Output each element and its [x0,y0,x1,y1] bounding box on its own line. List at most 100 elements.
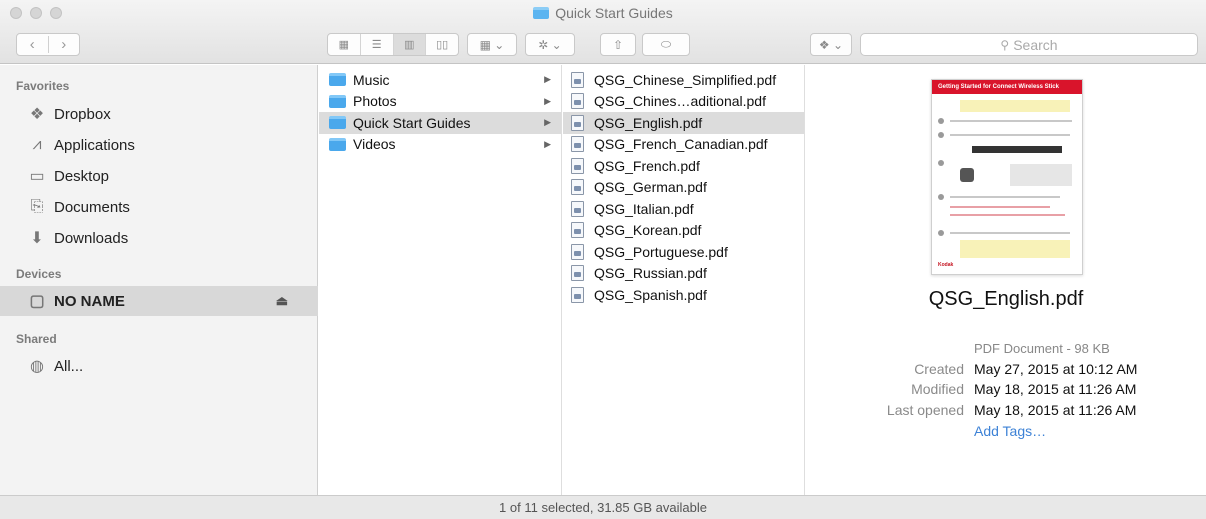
pdf-file-icon [571,243,584,260]
list-item[interactable]: QSG_French_Canadian.pdf [563,134,804,156]
share-button[interactable]: ⇧ [600,33,636,56]
list-view-button[interactable]: ☰ [361,34,394,55]
sidebar-item-label: Desktop [54,167,110,185]
finder-window: Quick Start Guides ‹ › ▦ ☰ ▥ ▯▯ ▦ ⌄ ✲ ⌄ … [0,0,1206,519]
arrange-icon: ▦ ⌄ [479,37,505,52]
item-label: QSG_English.pdf [594,114,703,131]
pdf-file-icon [571,286,584,303]
modified-value: May 18, 2015 at 11:26 AM [974,381,1137,397]
thumbnail-table [1010,164,1072,186]
modified-label: Modified [911,381,964,397]
sidebar-item-applications[interactable]: ⩘ Applications [0,130,318,160]
modified-row: Modified May 18, 2015 at 11:26 AM [806,381,1206,401]
item-label: QSG_Chines…aditional.pdf [594,93,766,110]
list-item[interactable]: QSG_French.pdf [563,155,804,177]
list-item[interactable]: QSG_German.pdf [563,177,804,199]
item-label: Quick Start Guides [353,114,471,131]
step-marker [938,132,944,138]
folder-column: Music ▶ Photos ▶ Quick Start Guides ▶ Vi… [319,65,562,495]
tags-button[interactable]: ⬭ [642,33,690,56]
search-field[interactable]: ⚲ Search [860,33,1198,56]
list-item[interactable]: QSG_Spanish.pdf [563,284,804,306]
thumbnail-header: Getting Started for Connect Wireless Sti… [932,80,1082,94]
sidebar-item-label: All... [54,357,84,375]
text-line [950,214,1065,216]
column-view-button[interactable]: ▥ [393,34,427,55]
sidebar-item-no-name[interactable]: ▢ NO NAME ⏏ [0,286,318,316]
sidebar-item-label: Downloads [54,229,129,247]
drive-icon: ▢ [29,293,45,310]
item-label: QSG_Spanish.pdf [594,286,707,303]
dropbox-toolbar-button[interactable]: ❖ ⌄ [810,33,852,56]
pdf-file-icon [571,200,584,217]
thumbnail-note [960,100,1070,112]
thumbnail-logo: Kodak [938,262,954,268]
documents-icon: ⎘ [30,198,44,215]
toolbar: Quick Start Guides ‹ › ▦ ☰ ▥ ▯▯ ▦ ⌄ ✲ ⌄ … [0,0,1206,64]
gear-icon: ✲ ⌄ [538,37,562,52]
item-label: QSG_Portuguese.pdf [594,243,728,260]
text-line [950,232,1070,234]
disclosure-arrow-icon: ▶ [544,95,551,106]
icon-view-button[interactable]: ▦ [328,34,361,55]
list-item[interactable]: QSG_Italian.pdf [563,198,804,220]
desktop-icon: ▭ [29,168,45,185]
pdf-file-icon [571,114,584,131]
eject-icon[interactable]: ⏏ [276,293,288,309]
sidebar-item-documents[interactable]: ⎘ Documents [0,192,318,222]
devices-heading: Devices [16,267,62,281]
list-item[interactable]: QSG_Korean.pdf [563,220,804,242]
view-mode-buttons: ▦ ☰ ▥ ▯▯ [327,33,459,56]
folder-icon [329,73,346,87]
back-forward-buttons: ‹ › [16,33,80,56]
sidebar-item-all[interactable]: ◍ All... [0,351,318,381]
item-label: Music [353,71,390,88]
cover-flow-button[interactable]: ▯▯ [426,34,458,55]
share-icon: ⇧ [612,37,624,52]
item-label: Photos [353,93,397,110]
favorites-heading: Favorites [16,79,70,93]
list-item[interactable]: QSG_Russian.pdf [563,263,804,285]
sidebar-item-label: NO NAME [54,292,125,310]
preview-file-name: QSG_English.pdf [928,288,1084,310]
sidebar-item-dropbox[interactable]: ❖ Dropbox [0,99,318,129]
list-item[interactable]: QSG_Chinese_Simplified.pdf [563,69,804,91]
arrange-button[interactable]: ▦ ⌄ [467,33,517,56]
created-row: Created May 27, 2015 at 10:12 AM [806,361,1206,381]
disclosure-arrow-icon: ▶ [544,117,551,128]
dropbox-icon: ❖ [29,106,45,123]
action-button[interactable]: ✲ ⌄ [525,33,575,56]
item-label: QSG_Korean.pdf [594,222,702,239]
last-opened-value: May 18, 2015 at 11:26 AM [974,402,1137,418]
list-item[interactable]: QSG_Portuguese.pdf [563,241,804,263]
last-opened-label: Last opened [886,402,964,418]
add-tags-link[interactable]: Add Tags… [974,423,1046,439]
list-item[interactable]: QSG_Chines…aditional.pdf [563,91,804,113]
status-bar: 1 of 11 selected, 31.85 GB available [0,495,1206,519]
list-item[interactable]: Photos ▶ [319,91,561,113]
text-line [950,206,1050,208]
sidebar-item-desktop[interactable]: ▭ Desktop [0,161,318,191]
document-thumbnail[interactable]: Getting Started for Connect Wireless Sti… [931,79,1083,275]
window-title: Quick Start Guides [0,5,1206,21]
created-value: May 27, 2015 at 10:12 AM [974,361,1138,377]
thumbnail-note [960,240,1070,258]
device-image [960,168,974,182]
folder-icon [533,7,550,19]
step-marker [938,160,944,166]
list-item[interactable]: Quick Start Guides ▶ [319,112,561,134]
disclosure-arrow-icon: ▶ [544,74,551,85]
forward-button[interactable]: › [49,36,80,53]
list-item[interactable]: Videos ▶ [319,134,561,156]
sidebar-item-downloads[interactable]: ⬇ Downloads [0,223,318,253]
item-label: QSG_Russian.pdf [594,265,707,282]
list-item[interactable]: QSG_English.pdf [563,112,804,134]
created-label: Created [914,361,964,377]
applications-icon: ⩘ [32,136,42,153]
step-marker [938,118,944,124]
text-line [950,134,1070,136]
list-item[interactable]: Music ▶ [319,69,561,91]
back-button[interactable]: ‹ [17,36,49,53]
disclosure-arrow-icon: ▶ [544,138,551,149]
folder-icon [329,137,346,151]
